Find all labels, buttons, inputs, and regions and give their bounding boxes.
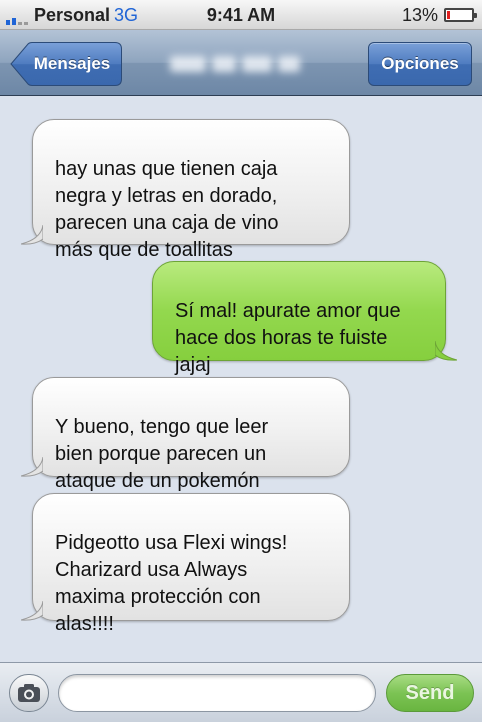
bubble-tail [21,457,43,477]
message-text: hay unas que tienen caja negra y letras … [55,158,279,261]
battery-level-fill [447,11,450,19]
battery-percent: 13% [401,5,438,25]
compose-bar: Send [0,662,482,722]
options-button[interactable]: Opciones [368,42,472,86]
status-right: 13% [401,5,477,25]
message-thread: hay unas que tienen caja negra y letras … [0,97,482,662]
camera-button[interactable] [9,674,49,712]
message-bubble-received: Y bueno, tengo que leer bien porque pare… [21,377,350,492]
bubble-tail [21,601,43,621]
bubble-tail [435,341,457,361]
message-input[interactable] [58,674,376,712]
contact-name-blurred [170,56,300,74]
message-text: Y bueno, tengo que leer bien porque pare… [55,416,269,492]
message-bubble-received: hay unas que tienen caja negra y letras … [21,119,350,261]
message-text: Pidgeotto usa Flexi wings! Charizard usa… [55,532,288,635]
message-bubble-sent: Sí mal! apurate amor que hace dos horas … [152,261,457,376]
message-bubble-received: Pidgeotto usa Flexi wings! Charizard usa… [21,493,350,635]
battery-icon [444,8,477,22]
bubble-tail [21,225,43,245]
message-text: Sí mal! apurate amor que hace dos horas … [175,300,401,376]
back-button-label: Mensajes [33,54,111,73]
back-button[interactable]: Mensajes [10,42,122,86]
navigation-bar: Mensajes Opciones [0,30,482,96]
send-button[interactable]: Send [386,674,474,712]
status-bar: Personal 3G 9:41 AM 13% [0,0,482,30]
camera-icon [18,684,40,702]
